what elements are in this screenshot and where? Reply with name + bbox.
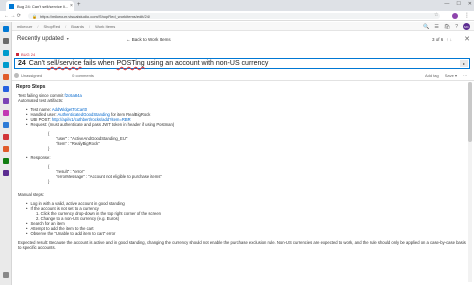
extension-orange-icon[interactable] [3,146,9,152]
work-item-pager: 3 of 6 ↑ ↓ [432,37,452,42]
browser-menu-icon[interactable]: ⋮ [464,12,470,19]
artifacts-icon[interactable] [3,110,9,116]
breadcrumb-separator: / [88,23,91,29]
work-item-id: 24 [18,60,26,67]
user-avatar[interactable]: MC [463,23,470,30]
minimize-button[interactable]: — [444,1,449,7]
repro-steps-content[interactable]: Test failing since commit f2c6a84a Automa… [18,93,470,250]
profile-avatar[interactable] [452,13,458,19]
bookmark-star-icon[interactable]: ☆ [434,12,438,18]
browser-toolbar: ← → ⟳ 🔒 https://mikecurr.visualstudio.co… [0,11,474,21]
test-plans-icon[interactable] [3,98,9,104]
pager-count: 3 of 6 [432,37,444,42]
browser-tab[interactable]: Bug 24: Can't sell/service li... × [6,1,74,11]
breadcrumb-boards[interactable]: Boards [71,24,84,29]
avatar [14,72,19,78]
list-icon[interactable]: ☰ [434,24,438,30]
work-item-title-field[interactable]: 24 Can't sell/service fails when POSTing… [14,58,470,69]
work-item-header: Recently updated ▾ ← Back to Work Items 3… [12,31,474,55]
window-controls: — ☐ ✕ [444,1,472,7]
meta-actions: Add tag Save ▾ ⋯ [425,73,467,78]
comments-count[interactable]: 0 comments [72,73,94,78]
tab-title: Bug 24: Can't sell/service li... [17,3,69,9]
divider [12,80,474,81]
new-tab-button[interactable]: + [77,2,81,8]
back-to-work-items-link[interactable]: ← Back to Work Items [126,37,171,42]
azure-devops-icon [9,3,14,9]
add-icon[interactable] [3,38,9,44]
settings-gear-icon[interactable] [3,272,9,278]
devops-left-rail [0,22,12,285]
search-icon[interactable]: 🔍 [423,24,429,30]
repro-line: Expected result: Because the account is … [18,240,466,250]
repos-icon[interactable] [3,74,9,80]
breadcrumb-separator: / [65,23,67,29]
breadcrumb-org[interactable]: mikecurr [17,24,32,29]
tab-close-icon[interactable]: × [70,3,73,9]
scrollbar-thumb[interactable] [468,82,472,142]
pipelines-icon[interactable] [3,86,9,92]
work-item-type-label: BUG 24 [16,52,35,57]
breadcrumb-work-items[interactable]: Work Items [95,24,115,29]
close-icon[interactable]: ✕ [464,35,470,43]
help-icon[interactable]: ? [455,24,458,30]
more-actions-icon[interactable]: ⋯ [463,73,467,78]
work-item-meta-row: Unassigned 0 comments Add tag Save ▾ ⋯ [14,71,470,79]
work-item-title[interactable]: Can't sell/service fails when POSTing us… [29,60,269,67]
repro-link[interactable]: f2c6a84a [65,93,82,98]
extension-green-icon[interactable] [3,158,9,164]
browser-tab-bar: Bug 24: Can't sell/service li... × + — ☐… [0,0,474,11]
recently-updated-dropdown[interactable]: Recently updated ▾ [17,36,69,42]
bug-icon [16,53,19,56]
address-bar[interactable]: 🔒 https://mikecurr.visualstudio.com/Shop… [28,13,440,19]
close-window-button[interactable]: ✕ [468,1,472,7]
breadcrumb-project[interactable]: ShopRed [43,24,60,29]
devops-top-bar: mikecurr / ShopRed / Boards / Work Items… [12,22,474,31]
breadcrumb-separator: / [37,23,39,29]
devops-logo-icon[interactable] [3,26,9,32]
chevron-down-icon: ▾ [66,36,69,41]
marketplace-icon[interactable]: 🛍 [444,24,450,30]
nav-buttons[interactable]: ← → ⟳ [4,13,21,19]
boards-icon[interactable] [3,62,9,68]
extension-icon[interactable] [3,122,9,128]
repro-steps-heading: Repro Steps [16,84,46,90]
add-tag-button[interactable]: Add tag [425,73,439,78]
recently-updated-label: Recently updated [17,36,64,42]
title-action-button[interactable]: ▸ [460,60,468,67]
scrollbar[interactable] [468,82,472,282]
top-bar-icons: 🔍 ☰ 🛍 ? MC [423,23,470,30]
overview-icon[interactable] [3,50,9,56]
extension-purple-icon[interactable] [3,170,9,176]
save-button[interactable]: Save ▾ [445,73,457,78]
pager-arrows[interactable]: ↑ ↓ [446,37,452,42]
assignee-picker[interactable]: Unassigned [14,72,42,78]
maximize-button[interactable]: ☐ [456,1,460,7]
lock-icon: 🔒 [32,13,37,19]
extension-red-icon[interactable] [3,134,9,140]
url-text[interactable]: https://mikecurr.visualstudio.com/ShopRe… [40,14,150,19]
